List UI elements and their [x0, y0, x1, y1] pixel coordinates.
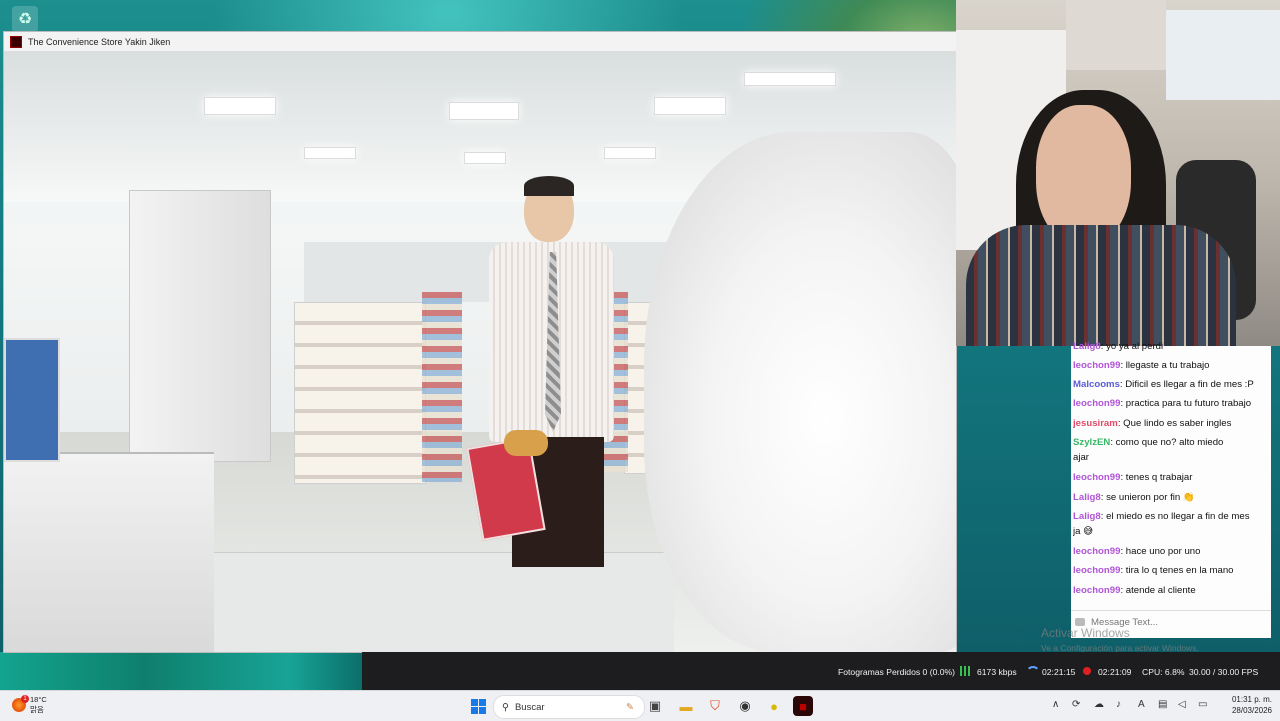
- brave-browser-icon[interactable]: ⛉: [705, 696, 725, 716]
- taskbar-clock[interactable]: 01:31 p. m. 28/03/2026: [1232, 694, 1272, 716]
- tray-language-icon[interactable]: A: [1138, 699, 1145, 710]
- taskbar-search[interactable]: ⚲ Buscar ✎: [493, 695, 645, 719]
- game-app-icon: [10, 35, 22, 48]
- drink-fridge: [129, 190, 271, 462]
- record-time: 02:21:09: [1098, 667, 1132, 677]
- game-title: The Convenience Store Yakin Jiken: [28, 36, 171, 47]
- obs-status-bar: Fotogramas Perdidos 0 (0.0%) 6173 kbps 0…: [362, 652, 1280, 690]
- ceiling-light: [604, 147, 656, 159]
- checkout-counter: [4, 452, 214, 652]
- desktop-wallpaper-strip: [0, 652, 362, 690]
- task-view-icon[interactable]: ▣: [645, 696, 665, 716]
- weather-temp: 18°C: [30, 695, 47, 704]
- customer-bread: [504, 430, 548, 456]
- ceiling-light: [449, 102, 519, 120]
- ceiling-light: [464, 152, 506, 164]
- chat-message-continuation: ajar: [1073, 452, 1089, 463]
- ceiling-light: [204, 97, 276, 115]
- fps: 30.00 / 30.00 FPS: [1189, 667, 1259, 677]
- game-viewport[interactable]: [4, 52, 956, 652]
- tray-volume-icon[interactable]: ◁: [1178, 699, 1186, 710]
- chat-message: Lalig8: el miedo es no llegar a fin de m…: [1073, 511, 1250, 522]
- chat-message: leochon99: practica para tu futuro traba…: [1073, 398, 1252, 409]
- chat-message: SzylzEN: como que no? alto miedo: [1073, 437, 1224, 448]
- weather-widget[interactable]: 1 18°C 맑음: [12, 695, 47, 715]
- weather-badge: 1: [21, 695, 29, 703]
- weather-sun-icon: 1: [12, 695, 29, 712]
- store-shelf: [294, 302, 426, 484]
- chat-bubble-icon: [1075, 618, 1085, 626]
- game-titlebar[interactable]: The Convenience Store Yakin Jiken: [4, 32, 956, 52]
- webcam-window: [1166, 10, 1280, 100]
- file-explorer-icon[interactable]: ▬: [676, 696, 696, 716]
- search-highlight-icon: ✎: [626, 701, 634, 713]
- ceiling-light: [654, 97, 726, 115]
- stream-time: 02:21:15: [1042, 667, 1076, 677]
- chat-message: Malcooms: Dificil es llegar a fin de mes…: [1073, 379, 1254, 390]
- chat-message: leochon99: tenes q trabajar: [1073, 472, 1193, 483]
- kakaotalk-icon[interactable]: ●: [764, 696, 784, 716]
- webcam-shelf: [1066, 0, 1166, 70]
- chat-message: Lalig8: yo ya al perdi: [1073, 341, 1164, 352]
- streamer-face: [1036, 105, 1131, 245]
- activate-windows-title: Activar Windows: [1041, 626, 1130, 640]
- bitrate: 6173 kbps: [977, 667, 1017, 677]
- taskbar: 1 18°C 맑음 ⚲ Buscar ✎ ▣ ▬ ⛉ ◉ ● ■ ∧ ⟳ ☁ ♪…: [0, 690, 1280, 721]
- tray-battery-icon[interactable]: ▭: [1198, 699, 1207, 710]
- chat-message: leochon99: llegaste a tu trabajo: [1073, 360, 1210, 371]
- stream-wifi-icon: [1026, 666, 1040, 680]
- clock-time: 01:31 p. m.: [1231, 695, 1272, 704]
- windows-start-icon: [470, 698, 486, 714]
- tray-network-icon[interactable]: ▤: [1158, 699, 1167, 710]
- chat-message: leochon99: tira lo q tenes en la mano: [1073, 565, 1234, 576]
- game-taskbar-icon[interactable]: ■: [793, 696, 813, 716]
- streamer-body: [966, 225, 1236, 346]
- chat-message: Lalig8: se unieron por fin 👏: [1073, 492, 1195, 503]
- ceiling-light: [304, 147, 356, 159]
- tray-mic-icon[interactable]: ♪: [1116, 699, 1121, 710]
- weather-desc: 맑음: [30, 705, 44, 714]
- chat-message: leochon99: atende al cliente: [1073, 585, 1196, 596]
- ceiling-light: [744, 72, 836, 86]
- held-plastic-bag: [644, 132, 956, 652]
- dropped-frames: Fotogramas Perdidos 0 (0.0%): [838, 667, 956, 677]
- customer-hair: [524, 176, 574, 196]
- start-button[interactable]: [468, 696, 488, 716]
- game-window[interactable]: The Convenience Store Yakin Jiken: [4, 32, 956, 652]
- cpu-usage: CPU: 6.8%: [1142, 667, 1185, 677]
- tray-cloud-icon[interactable]: ☁: [1094, 699, 1104, 710]
- activate-windows-watermark: Activar Windows Ve a Configuración para …: [1041, 626, 1199, 653]
- search-icon: ⚲: [502, 701, 509, 713]
- chat-message-continuation: ja 😅: [1073, 526, 1094, 537]
- search-placeholder: Buscar: [514, 701, 545, 713]
- recycle-bin-icon[interactable]: ♻: [12, 6, 38, 32]
- obs-icon[interactable]: ◉: [735, 696, 755, 716]
- tray-sync-icon[interactable]: ⟳: [1072, 699, 1080, 710]
- clock-date: 28/03/2026: [1231, 706, 1272, 715]
- shelf-products: [422, 292, 462, 482]
- record-icon: [1083, 667, 1091, 675]
- chat-message: leochon99: hace uno por uno: [1073, 546, 1201, 557]
- cash-register: [4, 338, 60, 462]
- chat-message: jesusiram: Que lindo es saber ingles: [1073, 418, 1232, 429]
- counter-front: [214, 552, 674, 652]
- signal-bars-icon: [960, 666, 972, 676]
- tray-overflow-icon[interactable]: ∧: [1052, 699, 1059, 710]
- webcam-overlay: [956, 0, 1280, 346]
- chat-panel[interactable]: Lalig8: yo ya al perdi leochon99: llegas…: [1071, 341, 1271, 638]
